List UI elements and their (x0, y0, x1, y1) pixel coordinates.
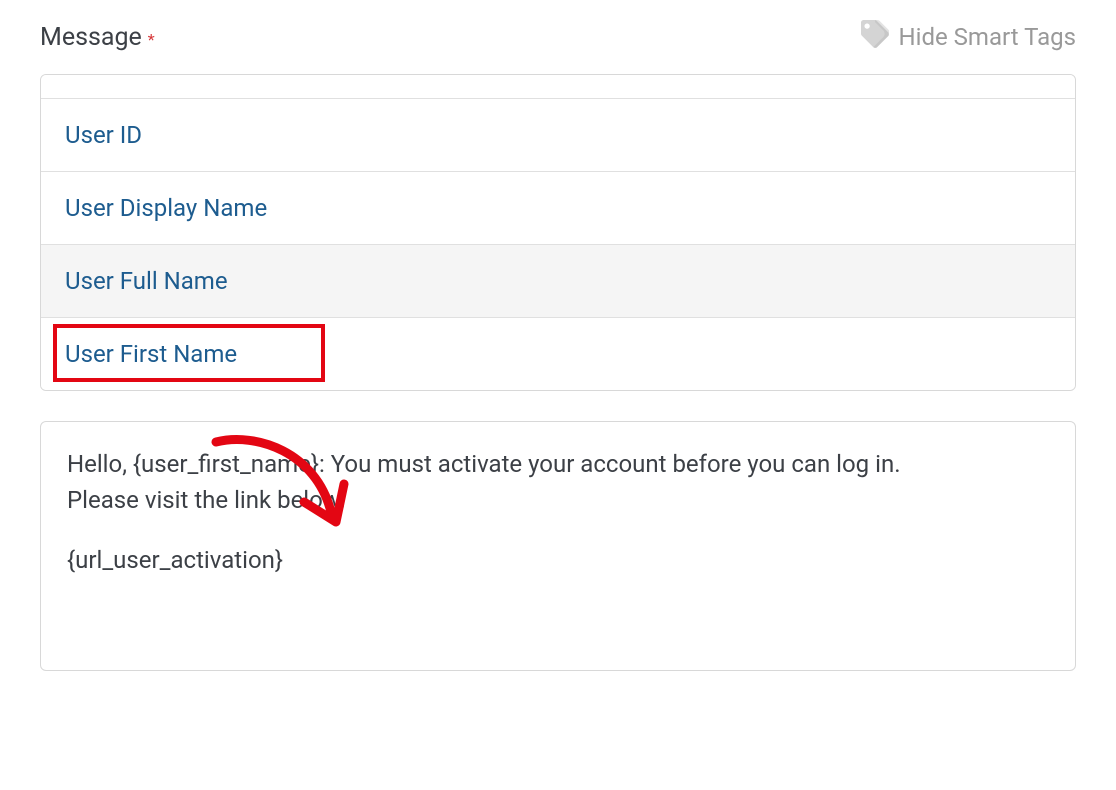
message-textarea[interactable]: Hello, {user_first_name}: You must activ… (40, 421, 1076, 671)
tag-icon (861, 20, 889, 54)
hide-smart-tags-button[interactable]: Hide Smart Tags (861, 20, 1077, 54)
tag-item-label: User Full Name (65, 267, 228, 295)
tag-item-label: User First Name (65, 340, 237, 368)
tag-item-user-ip-address[interactable]: User IP Address (41, 75, 1075, 99)
field-header: Message * Hide Smart Tags (40, 20, 1076, 54)
tag-item-user-display-name[interactable]: User Display Name (41, 172, 1075, 245)
message-line-3: {url_user_activation} (67, 542, 1049, 578)
message-line-2: Please visit the link below. (67, 482, 1049, 518)
tag-item-user-first-name[interactable]: User First Name (41, 318, 1075, 390)
smart-tags-panel: User IP Address User ID User Display Nam… (40, 74, 1076, 391)
tag-item-user-id[interactable]: User ID (41, 99, 1075, 172)
blank-line (67, 518, 1049, 542)
tag-item-label: User ID (65, 121, 142, 149)
tag-item-user-full-name[interactable]: User Full Name (41, 245, 1075, 318)
message-line-1: Hello, {user_first_name}: You must activ… (67, 446, 1049, 482)
field-label-wrapper: Message * (40, 23, 155, 52)
required-asterisk: * (148, 30, 155, 49)
hide-smart-tags-label: Hide Smart Tags (899, 23, 1077, 51)
field-label: Message (40, 23, 142, 52)
tag-item-label: User Display Name (65, 194, 267, 222)
